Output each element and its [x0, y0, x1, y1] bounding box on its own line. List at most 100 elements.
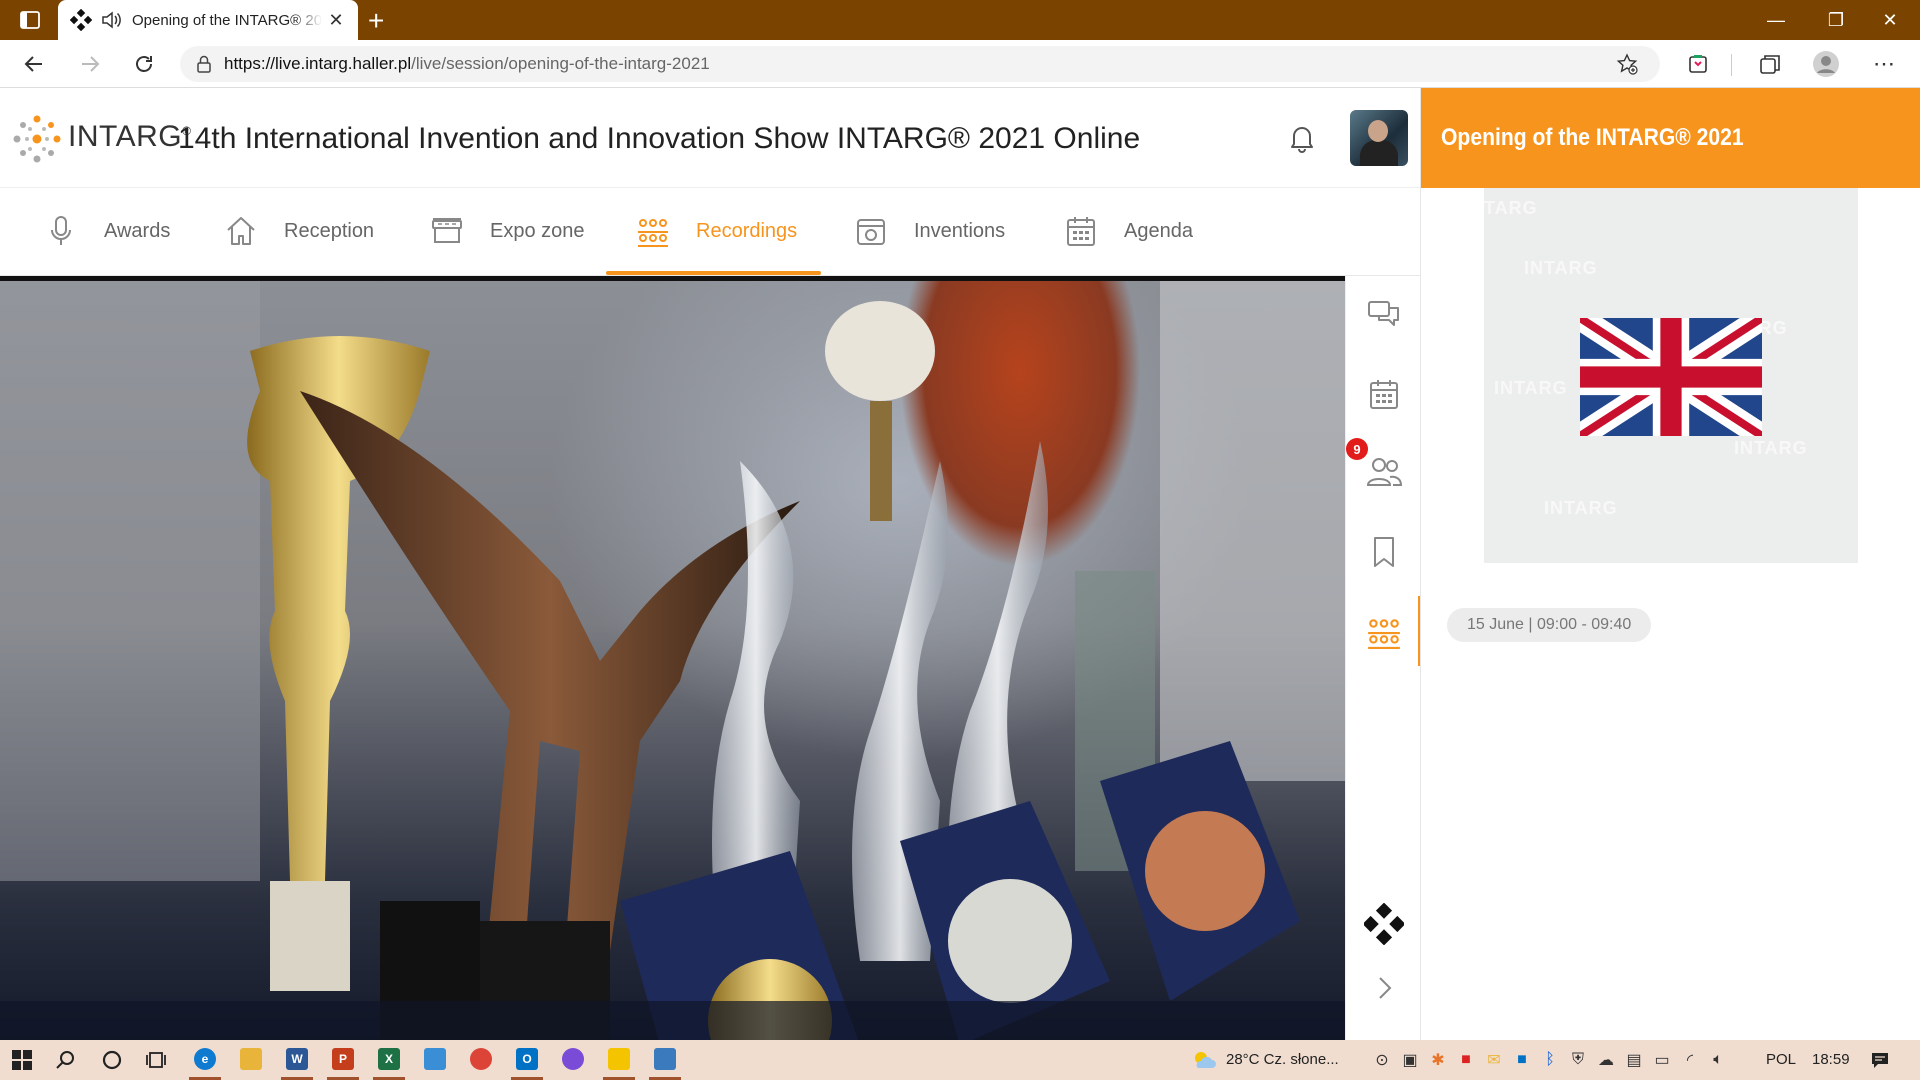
volume-icon[interactable]: 🔈︎	[1708, 1050, 1728, 1070]
site-favicon-icon	[70, 9, 92, 31]
booth-icon	[432, 218, 462, 243]
forward-button[interactable]	[76, 50, 104, 78]
outlook-tray-icon[interactable]: ■	[1512, 1050, 1532, 1070]
mail-tray-icon[interactable]: ✉	[1484, 1050, 1504, 1070]
main-navigation: Awards Reception Expo zone Recordings In…	[0, 188, 1420, 276]
lock-icon[interactable]	[196, 55, 212, 73]
participants-count-badge: 9	[1346, 438, 1368, 460]
tab-close-icon[interactable]: ✕	[326, 10, 346, 31]
battery-icon[interactable]: ▭	[1652, 1050, 1672, 1070]
tray-app-icon[interactable]: ✱	[1428, 1050, 1448, 1070]
new-tab-button[interactable]: +	[368, 5, 384, 37]
search-icon	[56, 1051, 74, 1069]
app-logo-button[interactable]	[1364, 903, 1404, 945]
watermark-text: INTARG	[1524, 258, 1598, 278]
nav-recordings-label: Recordings	[696, 219, 798, 242]
cortana-icon	[102, 1050, 122, 1070]
chrome-taskbar-icon[interactable]	[470, 1048, 492, 1070]
task-view-button[interactable]	[142, 1046, 170, 1074]
agenda-button[interactable]	[1364, 374, 1404, 414]
url-bar[interactable]: https://live.intarg.haller.pl/live/sessi…	[180, 46, 1660, 82]
bookmark-icon	[1374, 537, 1394, 567]
app-taskbar-icon[interactable]	[562, 1048, 584, 1070]
notification-center-icon[interactable]	[1868, 1050, 1892, 1070]
file-explorer-taskbar-icon[interactable]	[240, 1048, 262, 1070]
session-title: Opening of the INTARG® 2021	[1441, 124, 1744, 151]
chat-icon	[1368, 301, 1399, 326]
onedrive-cloud-icon[interactable]: ☁	[1596, 1050, 1616, 1070]
home-icon	[227, 217, 255, 245]
search-button[interactable]	[52, 1046, 80, 1074]
nav-agenda[interactable]: Agenda	[1064, 188, 1193, 274]
logo-text: INTARG®	[68, 120, 192, 153]
box-icon	[857, 219, 885, 245]
start-button[interactable]	[8, 1046, 36, 1074]
word-taskbar-icon[interactable]: W	[286, 1048, 308, 1070]
browser-tab[interactable]: Opening of the INTARG® 2021 ✕	[58, 0, 358, 40]
weather-text[interactable]: 28°C Cz. słone...	[1226, 1051, 1339, 1068]
wifi-icon[interactable]: ◜	[1680, 1050, 1700, 1070]
favorite-star-icon[interactable]	[1616, 53, 1638, 75]
session-sidebar	[1345, 276, 1421, 1040]
url-text: https://live.intarg.haller.pl/live/sessi…	[224, 54, 710, 73]
nav-agenda-label: Agenda	[1124, 219, 1193, 242]
close-window-button[interactable]: ✕	[1860, 0, 1920, 40]
task-view-icon	[146, 1052, 166, 1068]
collections-icon[interactable]	[1756, 50, 1784, 78]
tab-actions-icon[interactable]	[18, 10, 42, 30]
outlook-taskbar-icon[interactable]: O	[516, 1048, 538, 1070]
tray-app-icon[interactable]: ▣	[1400, 1050, 1420, 1070]
pocket-extension-icon[interactable]	[1684, 50, 1712, 78]
participants-icon	[1366, 458, 1403, 486]
nav-recordings[interactable]: Recordings	[636, 188, 797, 274]
refresh-button[interactable]	[130, 50, 158, 78]
watermark-text: INTARG	[1484, 198, 1538, 218]
nav-expo-zone[interactable]: Expo zone	[430, 188, 585, 274]
tray-app-icon[interactable]: ▤	[1624, 1050, 1644, 1070]
microphone-icon	[51, 216, 71, 245]
nav-expo-zone-label: Expo zone	[490, 219, 585, 242]
nav-awards[interactable]: Awards	[44, 188, 170, 274]
security-shield-icon[interactable]: ⛨	[1568, 1050, 1588, 1070]
app-taskbar-icon[interactable]	[424, 1048, 446, 1070]
profile-icon[interactable]	[1812, 50, 1840, 78]
powerpoint-taskbar-icon[interactable]: P	[332, 1048, 354, 1070]
active-tab-indicator	[606, 271, 821, 275]
minimize-button[interactable]: —	[1746, 0, 1806, 40]
user-avatar[interactable]	[1350, 110, 1408, 166]
bluetooth-icon[interactable]: ᛒ	[1540, 1050, 1560, 1070]
expand-sidebar-button[interactable]	[1364, 968, 1404, 1008]
clock-time[interactable]: 18:59	[1812, 1051, 1850, 1068]
recordings-icon	[1368, 619, 1400, 649]
nav-reception[interactable]: Reception	[224, 188, 374, 274]
chat-button[interactable]	[1364, 294, 1404, 334]
tray-app-icon[interactable]: ■	[1456, 1050, 1476, 1070]
nav-inventions[interactable]: Inventions	[854, 188, 1005, 274]
edge-taskbar-icon[interactable]: e	[194, 1048, 216, 1070]
site-header: INTARG® 14th International Invention and…	[0, 88, 1420, 188]
nav-inventions-label: Inventions	[914, 219, 1006, 242]
bookmark-button[interactable]	[1364, 532, 1404, 572]
participants-button[interactable]	[1364, 452, 1404, 492]
app-taskbar-icon[interactable]	[608, 1048, 630, 1070]
restore-button[interactable]: ❐	[1806, 0, 1866, 40]
input-language[interactable]: POL	[1766, 1051, 1796, 1068]
watermark-text: INTARG	[1544, 498, 1618, 518]
recordings-button[interactable]	[1364, 612, 1404, 652]
toolbar-divider	[1731, 54, 1732, 76]
awards-trophies-image	[0, 281, 1345, 1040]
cortana-button[interactable]	[98, 1046, 126, 1074]
photos-taskbar-icon[interactable]	[654, 1048, 676, 1070]
video-player[interactable]	[0, 276, 1345, 1040]
session-header: Opening of the INTARG® 2021	[1421, 88, 1920, 188]
tray-app-icon[interactable]: ⊙	[1372, 1050, 1392, 1070]
more-menu-icon[interactable]: ⋯	[1870, 50, 1898, 78]
audio-playing-icon[interactable]	[100, 9, 122, 31]
excel-taskbar-icon[interactable]: X	[378, 1048, 400, 1070]
weather-icon[interactable]	[1190, 1047, 1216, 1073]
address-toolbar: https://live.intarg.haller.pl/live/sessi…	[0, 40, 1920, 88]
notifications-bell-icon[interactable]	[1286, 122, 1318, 154]
session-thumbnail[interactable]: INTARG INTARG INTARG INTARG INTARG INTAR…	[1484, 188, 1858, 563]
back-button[interactable]	[20, 50, 48, 78]
intarg-logo-icon[interactable]	[12, 114, 62, 164]
